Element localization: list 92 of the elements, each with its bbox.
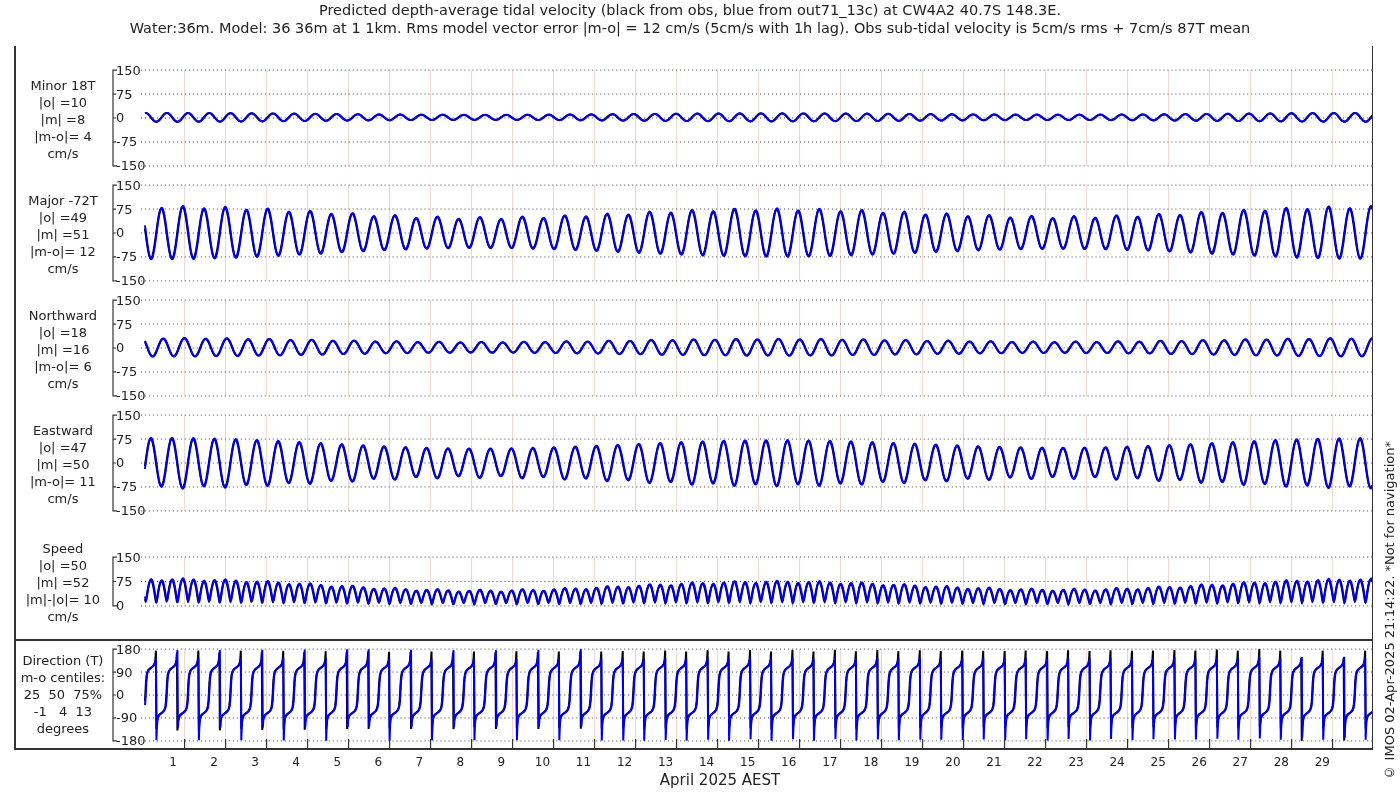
panel-stat-text: |m-o|= 4 bbox=[34, 128, 92, 145]
panel-stat-text: degrees bbox=[36, 720, 90, 737]
panel-stat-text: |m| =50 bbox=[36, 456, 90, 473]
axis-tick-label: 150 bbox=[115, 62, 141, 78]
day-tick-label: 27 bbox=[1231, 754, 1249, 769]
day-tick-label: 12 bbox=[615, 754, 634, 769]
day-tick-label: 4 bbox=[291, 754, 301, 769]
panel-stat-text: cm/s bbox=[47, 607, 79, 625]
day-tick-label: 16 bbox=[780, 754, 798, 769]
panel-stat-text: Minor 18T bbox=[30, 77, 96, 94]
axis-tick-label: -150 bbox=[115, 388, 146, 404]
axis-tick-label: 75 bbox=[115, 431, 133, 447]
day-tick-label: 3 bbox=[250, 754, 260, 769]
day-tick-label: 6 bbox=[373, 754, 384, 769]
day-tick-label: 15 bbox=[739, 754, 757, 769]
panel-stat-text: |m-o|= 6 bbox=[34, 358, 92, 375]
day-tick-label: 25 bbox=[1149, 754, 1167, 769]
axis-tick-label: -150 bbox=[115, 158, 146, 174]
axis-tick-label: 150 bbox=[115, 549, 141, 565]
axis-tick-label: 150 bbox=[115, 177, 141, 193]
axis-tick-label: -75 bbox=[115, 134, 138, 150]
panel-stat-text: Northward bbox=[28, 307, 98, 324]
day-tick-label: 19 bbox=[903, 754, 921, 769]
day-tick-label: 24 bbox=[1108, 754, 1126, 769]
axis-tick-label: -150 bbox=[115, 503, 146, 519]
axis-tick-label: 0 bbox=[115, 110, 125, 126]
panel-stat-text: cm/s bbox=[47, 260, 79, 277]
axis-tick-label: -150 bbox=[115, 273, 146, 289]
axis-tick-label: 0 bbox=[115, 340, 125, 356]
y-axis-drawing bbox=[112, 556, 118, 607]
day-tick-label: 22 bbox=[1026, 754, 1044, 769]
axis-tick-label: 0 bbox=[115, 598, 125, 614]
panel-stat-text: |o| =10 bbox=[38, 94, 88, 111]
day-tick-label: 21 bbox=[985, 754, 1003, 769]
panel-stat-text: cm/s bbox=[47, 490, 79, 507]
day-tick-label: 11 bbox=[574, 754, 593, 769]
day-tick-label: 1 bbox=[168, 754, 178, 769]
panel-stat-text: |m| =52 bbox=[36, 573, 90, 591]
day-tick-label: 10 bbox=[533, 754, 552, 769]
panel-stat-text: Eastward bbox=[32, 422, 93, 439]
axis-tick-label: -90 bbox=[115, 710, 138, 726]
axis-tick-label: 0 bbox=[115, 225, 125, 241]
day-tick-label: 13 bbox=[656, 754, 675, 769]
axis-tick-label: 90 bbox=[115, 664, 133, 680]
axis-tick-label: -75 bbox=[115, 364, 138, 380]
day-tick-label: 23 bbox=[1067, 754, 1085, 769]
axis-tick-label: 150 bbox=[115, 407, 141, 423]
day-tick-label: 29 bbox=[1313, 754, 1331, 769]
panel-stat-text: Major -72T bbox=[28, 192, 98, 209]
panel-stat-text: |m-o|= 11 bbox=[30, 473, 96, 490]
axis-tick-label: -75 bbox=[115, 249, 138, 265]
day-tick-label: 9 bbox=[496, 754, 507, 769]
panel-stat-text: m-o centiles: bbox=[20, 669, 106, 686]
day-tick-label: 18 bbox=[862, 754, 880, 769]
axis-tick-label: 75 bbox=[115, 574, 133, 589]
chart-title: Water:36m. Model: 36 36m at 1 1km. Rms model vector error |m-o| = 12 cm/s (5cm/s with 1h lag). Obs sub-tidal velocity is 5cm/s rms + 7cm/s 87T mean bbox=[129, 19, 1251, 37]
copyright-note: © IMOS 02-Apr-2025 21:14:22. *Not for navigation* bbox=[1381, 441, 1398, 780]
day-tick-label: 17 bbox=[821, 754, 839, 769]
panel-stat-text: 25 50 75% bbox=[23, 686, 103, 703]
axis-tick-label: 75 bbox=[115, 86, 133, 102]
day-tick-label: 5 bbox=[332, 754, 343, 769]
axis-tick-label: 75 bbox=[115, 316, 133, 332]
panel-stat-text: |o| =47 bbox=[38, 439, 88, 456]
day-tick-label: 20 bbox=[944, 754, 962, 769]
day-tick-label: 28 bbox=[1272, 754, 1290, 769]
axis-tick-label: 0 bbox=[115, 455, 125, 471]
axis-tick-label: 150 bbox=[115, 292, 141, 308]
day-tick-label: 2 bbox=[209, 754, 219, 769]
panel-stat-text: |m| =8 bbox=[40, 111, 86, 128]
axis-tick-label: 180 bbox=[115, 641, 141, 657]
panel-stat-text: cm/s bbox=[47, 145, 79, 162]
day-tick-label: 14 bbox=[698, 754, 716, 769]
panel-stat-text: |o| =49 bbox=[38, 209, 88, 226]
axis-tick-label: 75 bbox=[115, 201, 133, 217]
day-tick-label: 8 bbox=[455, 754, 466, 769]
x-axis-label: April 2025 AEST bbox=[659, 771, 781, 789]
panel-stat-text: |o| =18 bbox=[38, 324, 88, 341]
day-tick-label: 7 bbox=[414, 754, 425, 769]
panel-stat-text: |o| =50 bbox=[38, 556, 88, 574]
axis-tick-label: 0 bbox=[115, 687, 125, 703]
panel-stat-text: |m| =16 bbox=[36, 341, 90, 358]
panel-stat-text: -1 4 13 bbox=[33, 703, 93, 720]
panel-stat-text: Direction (T) bbox=[22, 652, 104, 669]
day-tick-label: 26 bbox=[1190, 754, 1208, 769]
panel-stat-text: |m-o|= 12 bbox=[30, 243, 96, 260]
axis-tick-label: -180 bbox=[115, 733, 146, 749]
panel-stat-text: |m|-|o|= 10 bbox=[25, 590, 101, 608]
panel-stat-text: |m| =51 bbox=[36, 226, 90, 243]
panel-stat-text: Speed bbox=[42, 539, 84, 557]
chart-title: Predicted depth-average tidal velocity (black from obs, blue from out71_13c) at CW4A2 40.7S 148.3E. bbox=[318, 1, 1062, 19]
panel-stat-text: cm/s bbox=[47, 375, 79, 392]
axis-tick-label: -75 bbox=[115, 479, 138, 495]
